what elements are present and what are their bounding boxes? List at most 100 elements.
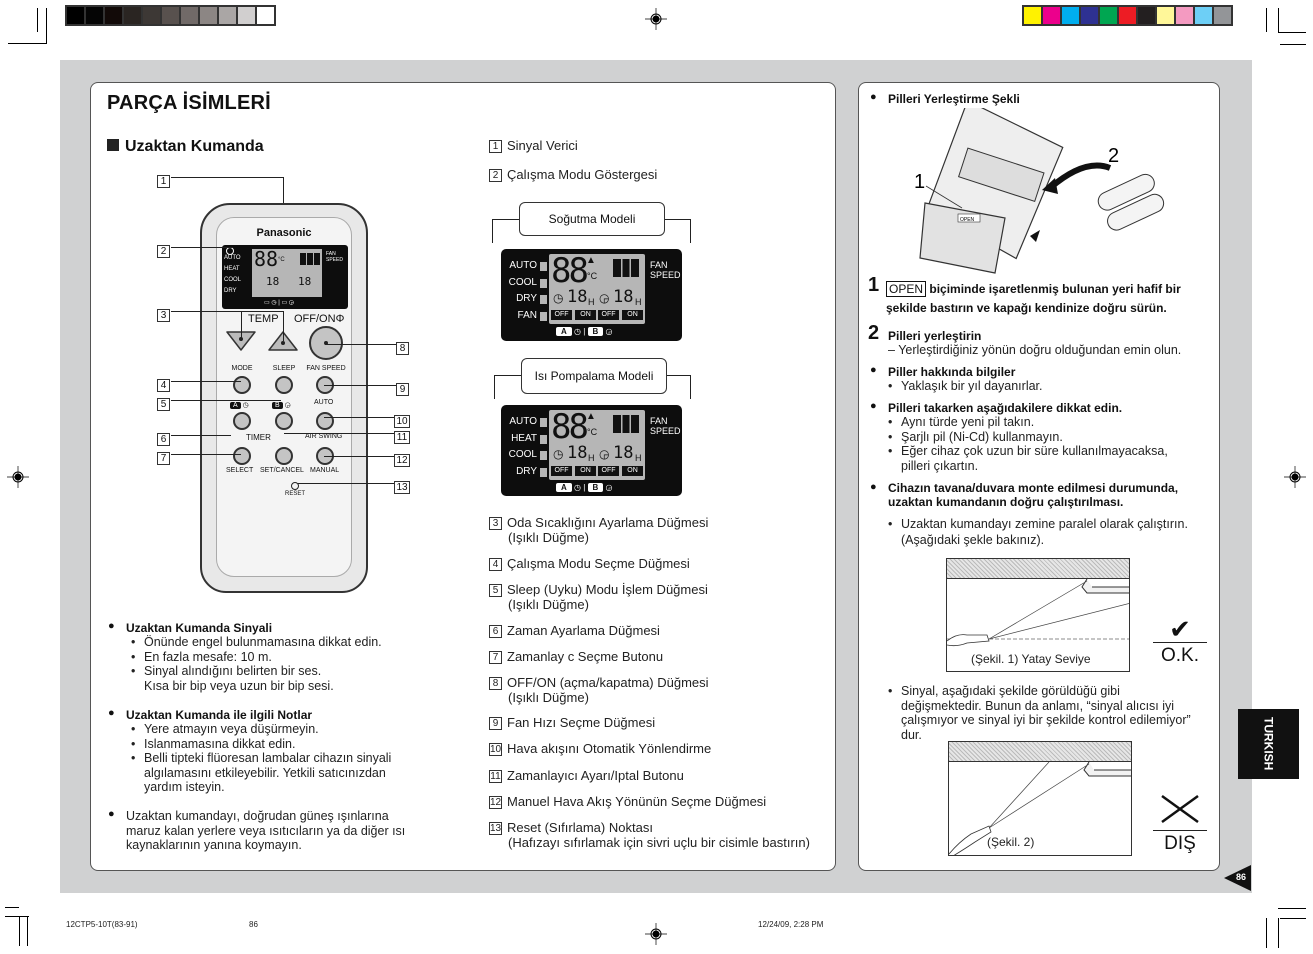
figure-1-caption: (Şekil. 1) Yatay Seviye	[971, 652, 1091, 666]
list-item: Önünde engel bulunmamasına dikkat edin.	[131, 635, 382, 650]
crop-mark	[27, 916, 28, 946]
part-item-2: 2 Çalışma Modu Göstergesi	[489, 167, 657, 182]
offon-button[interactable]	[308, 325, 344, 361]
list-item-continuation: Kısa bir bip veya uzun bir bip sesi.	[144, 678, 334, 693]
list-item-continuation: değişmektedir. Bunun da anlamı, “sinyal …	[901, 698, 1175, 713]
battery-info-heading: Piller hakkında bilgiler	[870, 364, 1015, 379]
lcd-mode-label: COOL	[508, 449, 537, 460]
ok-label: O.K.	[1160, 645, 1199, 666]
battery-info-list: Yaklaşık bir yıl dayanırlar.	[888, 379, 1043, 394]
remote-control-illustration: Panasonic AUTO HEAT COOL DRY 88 °C 18 18…	[200, 203, 368, 593]
signal-list: Önünde engel bulunmamasına dikkat edin. …	[131, 635, 382, 693]
timer-a-indicator: A ◷	[230, 401, 249, 409]
section-title: Uzaktan Kumanda	[107, 138, 264, 156]
lcd-mode-segment	[540, 451, 547, 460]
color-swatch	[1195, 7, 1212, 24]
sleep-button[interactable]	[275, 376, 293, 394]
text-line: kaynaklarının yanına koymayın.	[126, 838, 302, 853]
lcd-offon-indicator: OFF	[551, 310, 572, 320]
wrong-verdict: DIŞ	[1153, 794, 1207, 855]
battery-caution-heading: Pilleri takarken aşağıdakilere dikkat ed…	[870, 400, 1122, 415]
lcd-mode-label: HEAT	[511, 432, 537, 444]
registration-mark-icon	[1284, 466, 1306, 488]
crop-mark	[1278, 32, 1306, 33]
registration-mark-icon	[645, 923, 667, 945]
lcd-timer-a-digits: 18	[567, 443, 588, 463]
footer-doc-code: 12CTP5-10T(83-91)	[66, 920, 138, 929]
lcd-mode-dry: DRY	[224, 288, 237, 294]
crop-mark	[1278, 908, 1306, 909]
part-item-9: 9 Fan Hızı Seçme Düğmesi	[489, 715, 655, 730]
timer-b-button[interactable]	[275, 412, 293, 430]
mode-label: MODE	[231, 365, 253, 372]
lcd-timer-unit: H	[635, 297, 642, 307]
offon-label: OFF/ONΦ	[294, 313, 345, 325]
color-swatch	[124, 7, 141, 24]
lcd-mode-label: AUTO	[509, 260, 537, 271]
callout-9: 9	[396, 379, 409, 397]
lcd-offon-indicator: ON	[575, 466, 596, 476]
list-item: Sinyal, aşağıdaki şekilde görüldüğü gibi	[888, 684, 1191, 699]
sun-warning: Uzaktan kumandayı, doğrudan güneş ışınla…	[126, 809, 405, 853]
signal-change-list: Sinyal, aşağıdaki şekilde görüldüğü gibi…	[888, 684, 1191, 742]
lcd-offon-indicator: ON	[575, 310, 596, 320]
list-item: Yaklaşık bir yıl dayanırlar.	[888, 379, 1043, 394]
crop-mark	[1278, 918, 1279, 948]
part-item-11: 11 Zamanlayıcı Ayarı/Iptal Butonu	[489, 768, 684, 783]
color-swatch	[219, 7, 236, 24]
list-item-continuation: algılamasını etkileyebilir. Yetkili satı…	[144, 765, 386, 780]
figure-1-horizontal-level: (Şekil. 1) Yatay Seviye	[946, 558, 1130, 672]
timer-a-icon: ◷	[553, 291, 564, 305]
lcd-temp-digits: 88	[551, 251, 589, 291]
language-tab[interactable]: TURKISH	[1238, 709, 1299, 779]
list-item-continuation: (Aşağıdaki şekle bakınız).	[901, 533, 1045, 547]
crop-mark	[5, 916, 29, 917]
mounting-list: Uzaktan kumandayı zemine paralel olarak …	[888, 516, 1188, 548]
lcd-offon-indicator: ON	[622, 310, 643, 320]
mounting-heading: Cihazın tavana/duvara monte edilmesi dur…	[870, 480, 1178, 509]
timer-select-button[interactable]	[233, 447, 251, 465]
lcd-timer-unit: H	[588, 453, 595, 463]
part-item-1: 1 Sinyal Verici	[489, 138, 578, 153]
timer-a-icon: ◷	[553, 447, 564, 461]
color-swatch	[238, 7, 255, 24]
lcd-mode-heat: HEAT	[224, 266, 240, 272]
battery-installation-illustration: OPEN 1 2	[914, 108, 1165, 274]
section-title-text: Uzaktan Kumanda	[125, 138, 264, 155]
part-item-6: 6 Zaman Ayarlama Düğmesi	[489, 623, 660, 638]
lcd-arrow-icon: ▲	[586, 255, 596, 266]
crop-mark	[8, 43, 46, 44]
color-swatch	[1157, 7, 1174, 24]
brand-logo: Panasonic	[256, 227, 312, 239]
lcd-mode-segment	[540, 434, 547, 444]
text-line: maruz kalan yerlere veya ısıtıcıların ya…	[126, 823, 406, 838]
part-item-8: 8 OFF/ON (açma/kapatma) Düğmesi (Işıklı Dü…	[489, 675, 709, 705]
select-label: SELECT	[226, 467, 254, 474]
mode-button[interactable]	[233, 376, 251, 394]
part-item-10: 10 Hava akışını Otomatik Yönlendirme	[489, 741, 712, 756]
part-item-7: 7 Zamanlay c Seçme Butonu	[489, 649, 663, 664]
lcd-offon-indicator: ON	[622, 466, 643, 476]
callout-11: 11	[394, 427, 410, 445]
footer-page: 86	[249, 920, 258, 929]
callout-5: 5	[157, 394, 170, 412]
lcd-timer-b: 18	[298, 275, 312, 288]
list-item: Eğer cihaz çok uzun bir süre kullanılmay…	[888, 444, 1168, 459]
timer-a-button[interactable]	[233, 412, 251, 430]
step-2-heading: Pilleri yerleştirin	[888, 329, 982, 343]
airswing-auto-button[interactable]	[316, 412, 334, 430]
lcd-mode-segment	[540, 278, 547, 288]
lcd-timer-b-digits: 18	[613, 287, 634, 307]
crop-mark	[19, 916, 20, 946]
footer-timestamp: 12/24/09, 2:28 PM	[758, 920, 824, 929]
color-swatch	[143, 7, 160, 24]
timer-setcancel-button[interactable]	[275, 447, 293, 465]
callout-13: 13	[394, 477, 410, 495]
color-swatch	[1176, 7, 1193, 24]
grayscale-color-bar	[65, 5, 276, 26]
timer-b-indicator: B ◶	[272, 401, 291, 409]
list-item: Islanmamasına dikkat edin.	[131, 737, 391, 752]
open-tab-label: OPEN	[960, 217, 975, 223]
square-bullet-icon	[107, 139, 119, 151]
step-2-number: 2	[868, 322, 880, 344]
